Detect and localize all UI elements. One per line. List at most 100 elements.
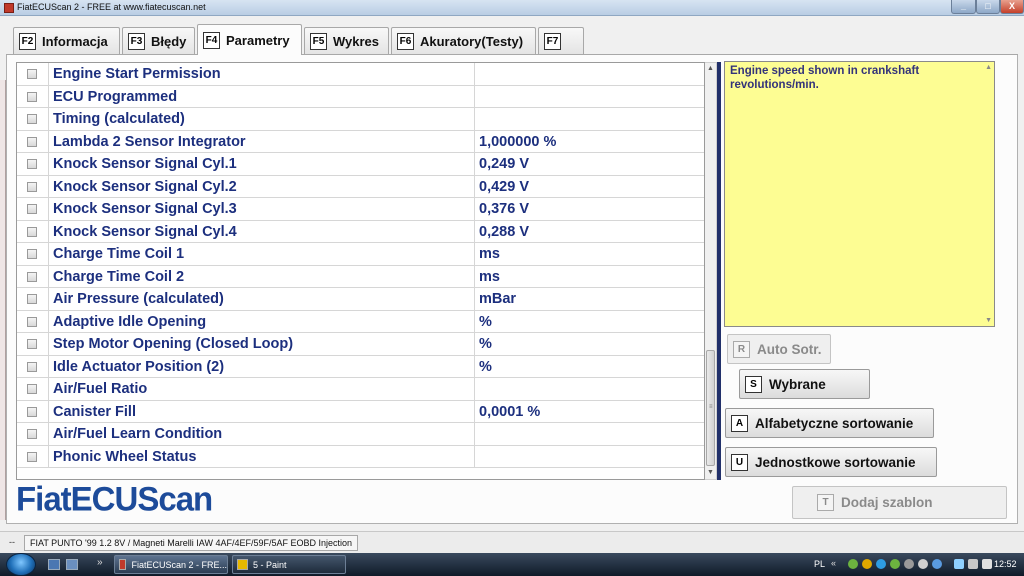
row-checkbox[interactable] [27, 181, 37, 192]
row-checkbox[interactable] [27, 406, 37, 417]
network-icon[interactable] [954, 559, 964, 569]
row-checkbox[interactable] [27, 136, 37, 147]
row-checkbox[interactable] [27, 271, 37, 282]
table-row[interactable]: Lambda 2 Sensor Integrator 1,000000 % [17, 130, 704, 153]
table-row[interactable]: Canister Fill 0,0001 % [17, 400, 704, 423]
selected-button[interactable]: S Wybrane [739, 369, 870, 399]
table-row[interactable]: Step Motor Opening (Closed Loop) % [17, 333, 704, 356]
tray-app-icon[interactable] [890, 559, 900, 569]
tray-app-icon[interactable] [904, 559, 914, 569]
table-row[interactable]: Adaptive Idle Opening % [17, 310, 704, 333]
column-divider [48, 108, 49, 130]
column-divider [474, 220, 475, 242]
tray-expand-icon[interactable]: « [831, 558, 836, 568]
parameter-name: Charge Time Coil 1 [53, 246, 185, 262]
language-indicator[interactable]: PL [814, 559, 825, 569]
row-checkbox[interactable] [27, 226, 37, 237]
table-row[interactable]: Knock Sensor Signal Cyl.3 0,376 V [17, 198, 704, 221]
key-t: T [817, 494, 834, 511]
row-checkbox[interactable] [27, 204, 37, 214]
window-title: FiatECUScan 2 - FREE at www.fiatecuscan.… [17, 2, 206, 12]
column-divider [48, 175, 49, 197]
row-checkbox[interactable] [27, 384, 37, 394]
table-scrollbar[interactable]: ▲ ≡ ▼ [705, 62, 717, 480]
tab-wykres[interactable]: F5 Wykres [304, 27, 389, 54]
parameter-name: Charge Time Coil 2 [53, 268, 185, 285]
close-button[interactable]: X [1000, 0, 1024, 14]
description-panel: Engine speed shown in crankshaft revolut… [724, 61, 995, 327]
quick-launch-more-icon[interactable]: » [97, 557, 103, 568]
tab-parametry[interactable]: F4 Parametry [197, 24, 302, 55]
scroll-thumb[interactable]: ≡ [706, 350, 715, 466]
row-checkbox[interactable] [27, 361, 37, 372]
row-checkbox[interactable] [27, 114, 37, 124]
table-row[interactable]: Charge Time Coil 1 ms [17, 243, 704, 266]
row-checkbox[interactable] [27, 451, 37, 462]
row-checkbox[interactable] [27, 316, 37, 327]
tray-app-icon[interactable] [862, 559, 872, 569]
tab-informacja[interactable]: F2 Informacja [13, 27, 120, 54]
app-icon [4, 3, 14, 13]
tab-key-f2: F2 [19, 32, 36, 50]
parameter-name: Phonic Wheel Status [53, 448, 197, 465]
volume-icon[interactable] [982, 559, 992, 569]
unit-sort-button[interactable]: U Jednostkowe sortowanie [725, 447, 937, 477]
minimize-button[interactable]: _ [951, 0, 976, 14]
taskbar-item-paint[interactable]: 5 - Paint [232, 555, 346, 574]
table-row[interactable]: Charge Time Coil 2 ms [17, 265, 704, 288]
alphabetical-sort-button[interactable]: A Alfabetyczne sortowanie [725, 408, 934, 438]
column-divider [48, 445, 49, 467]
switch-windows-icon[interactable] [66, 559, 78, 570]
scroll-down-arrow-icon[interactable]: ▼ [985, 317, 992, 324]
parameter-name: Knock Sensor Signal Cyl.4 [53, 223, 237, 240]
row-checkbox[interactable] [27, 69, 37, 79]
tray-app-icon[interactable] [932, 559, 942, 569]
column-divider [474, 108, 475, 130]
auto-sort-button[interactable]: R Auto Sotr. [727, 334, 831, 364]
table-row[interactable]: ECU Programmed [17, 85, 704, 108]
row-checkbox[interactable] [27, 429, 37, 439]
row-checkbox[interactable] [27, 91, 37, 102]
tray-app-icon[interactable] [876, 559, 886, 569]
tab-label: Wykres [333, 33, 380, 49]
scroll-up-arrow-icon[interactable]: ▲ [705, 63, 716, 75]
row-checkbox[interactable] [27, 294, 37, 304]
parameter-name: Knock Sensor Signal Cyl.1 [53, 156, 237, 172]
parameter-name: Timing (calculated) [53, 111, 185, 127]
row-checkbox[interactable] [27, 249, 37, 259]
row-checkbox[interactable] [27, 339, 37, 349]
table-row[interactable]: Air Pressure (calculated) mBar [17, 288, 704, 311]
scroll-down-arrow-icon[interactable]: ▼ [705, 467, 716, 479]
parameter-value: % [479, 358, 492, 375]
taskbar-item-fiatecuscan[interactable]: FiatECUScan 2 - FRE... [114, 555, 228, 574]
tray-app-icon[interactable] [918, 559, 928, 569]
table-row[interactable]: Phonic Wheel Status [17, 445, 704, 468]
maximize-button[interactable]: □ [976, 0, 1000, 14]
table-row[interactable]: Engine Start Permission [17, 63, 704, 86]
table-row[interactable]: Timing (calculated) [17, 108, 704, 131]
scroll-up-arrow-icon[interactable]: ▲ [985, 64, 992, 71]
start-button[interactable] [6, 553, 36, 576]
table-row[interactable]: Idle Actuator Position (2) % [17, 355, 704, 378]
table-row[interactable]: Knock Sensor Signal Cyl.1 0,249 V [17, 153, 704, 176]
tab-bledy[interactable]: F3 Błędy [122, 27, 195, 54]
parameter-name: Engine Start Permission [53, 66, 221, 82]
description-text: Engine speed shown in crankshaft revolut… [730, 65, 920, 91]
tab-akuratory[interactable]: F6 Akuratory(Testy) [391, 27, 536, 54]
clock[interactable]: 12:52 [994, 559, 1017, 569]
table-row[interactable]: Air/Fuel Ratio [17, 378, 704, 401]
tray-app-icon[interactable] [848, 559, 858, 569]
tab-f7[interactable]: F7 [538, 27, 584, 54]
button-label: Jednostkowe sortowanie [755, 454, 916, 470]
row-checkbox[interactable] [27, 159, 37, 169]
table-row[interactable]: Air/Fuel Learn Condition [17, 423, 704, 446]
table-row[interactable]: Knock Sensor Signal Cyl.4 0,288 V [17, 220, 704, 243]
panel-splitter[interactable] [717, 62, 721, 480]
add-template-button[interactable]: T Dodaj szablon [792, 486, 1007, 519]
vehicle-info: FIAT PUNTO '99 1.2 8V / Magneti Marelli … [24, 535, 359, 551]
action-center-icon[interactable] [968, 559, 978, 569]
column-divider [48, 423, 49, 445]
show-desktop-icon[interactable] [48, 559, 60, 570]
tab-key-f5: F5 [310, 32, 327, 50]
table-row[interactable]: Knock Sensor Signal Cyl.2 0,429 V [17, 175, 704, 198]
